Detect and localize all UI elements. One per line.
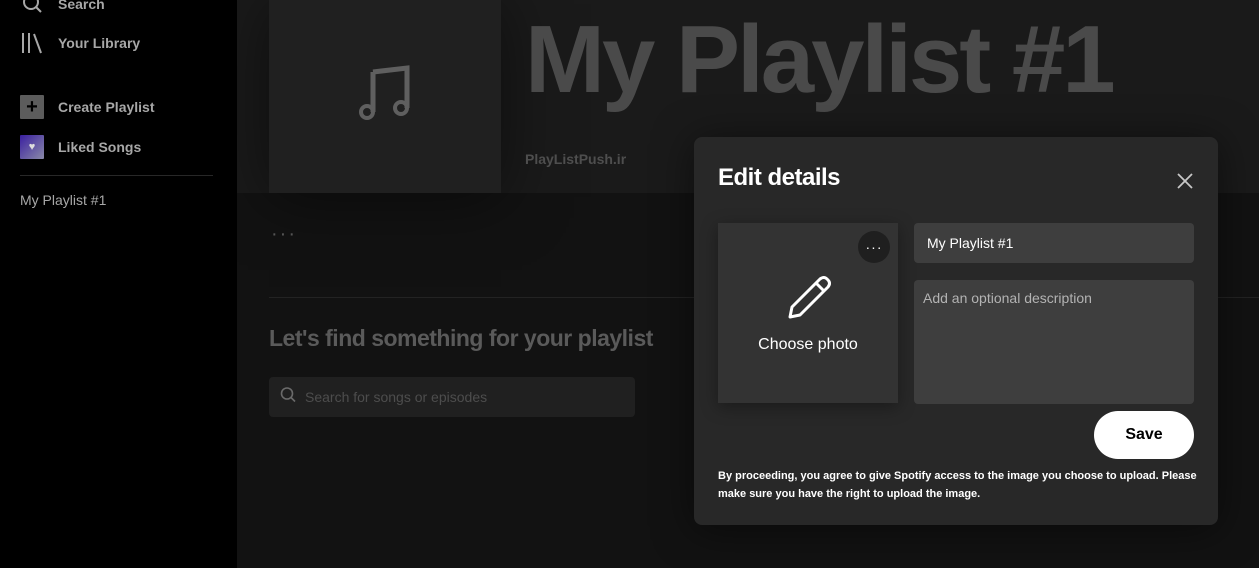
- library-icon: [20, 31, 44, 55]
- nav-library[interactable]: Your Library: [20, 31, 140, 55]
- create-playlist-button[interactable]: + Create Playlist: [20, 95, 155, 119]
- description-input[interactable]: [914, 280, 1194, 404]
- more-options-button[interactable]: ···: [271, 223, 297, 246]
- choose-photo-label: Choose photo: [758, 335, 858, 353]
- search-icon: [20, 0, 44, 16]
- upload-disclaimer: By proceeding, you agree to give Spotify…: [718, 470, 1197, 500]
- edit-details-dialog: Edit details Choose photo ··· Save By pr…: [694, 137, 1218, 525]
- pencil-icon: [782, 273, 834, 330]
- find-section-title: Let's find something for your playlist: [269, 325, 653, 351]
- liked-songs-button[interactable]: ♥ Liked Songs: [20, 135, 141, 159]
- music-note-icon: [355, 64, 415, 129]
- sidebar-divider: [20, 175, 213, 176]
- close-button[interactable]: [1173, 171, 1197, 195]
- nav-search[interactable]: Search: [20, 0, 105, 16]
- playlist-owner[interactable]: PlayListPush.ir: [525, 151, 626, 167]
- search-icon: [279, 386, 297, 409]
- sidebar-playlist-item[interactable]: My Playlist #1: [20, 192, 106, 208]
- sidebar: Search Your Library + Create Playlist ♥ …: [0, 0, 237, 568]
- close-icon: [1176, 172, 1194, 195]
- nav-search-label: Search: [58, 0, 105, 12]
- playlist-name-input[interactable]: [914, 223, 1194, 263]
- playlist-cover[interactable]: [269, 0, 501, 193]
- heart-icon: ♥: [20, 135, 44, 159]
- photo-more-button[interactable]: ···: [858, 231, 890, 263]
- liked-songs-label: Liked Songs: [58, 139, 142, 155]
- song-search-box[interactable]: [269, 377, 635, 417]
- dialog-title: Edit details: [718, 164, 841, 191]
- create-playlist-label: Create Playlist: [58, 99, 155, 115]
- plus-icon: +: [20, 95, 44, 119]
- nav-library-label: Your Library: [58, 35, 141, 51]
- save-button[interactable]: Save: [1094, 411, 1194, 459]
- song-search-input[interactable]: [303, 388, 607, 406]
- page-title[interactable]: My Playlist #1: [525, 12, 1116, 108]
